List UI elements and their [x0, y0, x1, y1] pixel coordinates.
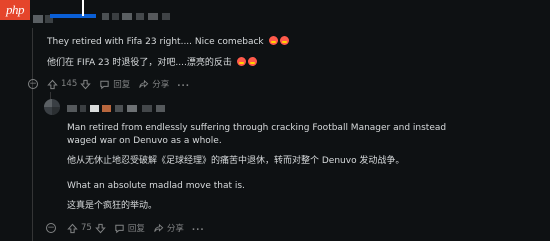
watermark-logo: php — [0, 0, 30, 20]
comment2-actions: 75 回复 分享 ... — [67, 221, 213, 235]
downvote-icon[interactable] — [80, 79, 91, 90]
comment2-para2-en: What an absolute madlad move that is. — [67, 181, 245, 191]
comment2-para1-zh: 他从无休止地忍受破解《足球经理》的痛苦中退休，转而对整个 Denuvo 发动战争… — [67, 156, 405, 166]
share-button[interactable]: 分享 — [153, 222, 184, 234]
reply-icon — [114, 223, 125, 234]
more-icon: ... — [191, 223, 205, 233]
reply-label: 回复 — [127, 224, 145, 234]
upvote-icon[interactable] — [67, 223, 78, 234]
thread-line-main — [32, 28, 33, 241]
share-label: 分享 — [166, 224, 184, 234]
reply-label: 回复 — [113, 80, 131, 90]
share-icon — [153, 223, 164, 234]
emoji-icon — [247, 57, 257, 66]
collapse-icon[interactable]: − — [28, 79, 38, 89]
collapse-icon[interactable]: − — [46, 223, 56, 233]
upvote-icon[interactable] — [47, 79, 58, 90]
comment2-para2-zh: 这真是个疯狂的举动。 — [67, 201, 158, 211]
reply-button[interactable]: 回复 — [114, 222, 145, 234]
reply-icon — [99, 79, 110, 90]
share-label: 分享 — [152, 80, 170, 90]
more-options-button[interactable]: ... — [192, 223, 205, 233]
comment2-para1-en: Man retired from endlessly suffering thr… — [67, 123, 447, 146]
share-button[interactable]: 分享 — [138, 78, 169, 90]
vote-group: 75 — [67, 223, 106, 234]
share-icon — [138, 79, 149, 90]
vote-count: 145 — [61, 79, 78, 89]
vote-count: 75 — [81, 223, 92, 233]
downvote-icon[interactable] — [95, 223, 106, 234]
emoji-icon — [236, 57, 246, 66]
more-options-button[interactable]: ... — [177, 79, 190, 89]
emoji-icon — [279, 36, 289, 45]
more-icon: ... — [177, 79, 190, 89]
reply-button[interactable]: 回复 — [99, 78, 130, 90]
emoji-icon — [268, 36, 278, 45]
comment1-text-zh: 他们在 FIFA 23 时退役了，对吧....漂亮的反击 — [47, 55, 257, 68]
vote-group: 145 — [47, 79, 91, 90]
comment1-actions: 145 回复 分享 ... — [47, 77, 198, 91]
avatar[interactable] — [44, 99, 60, 115]
comment1-text-en: They retired with Fifa 23 right.... Nice… — [47, 36, 289, 47]
